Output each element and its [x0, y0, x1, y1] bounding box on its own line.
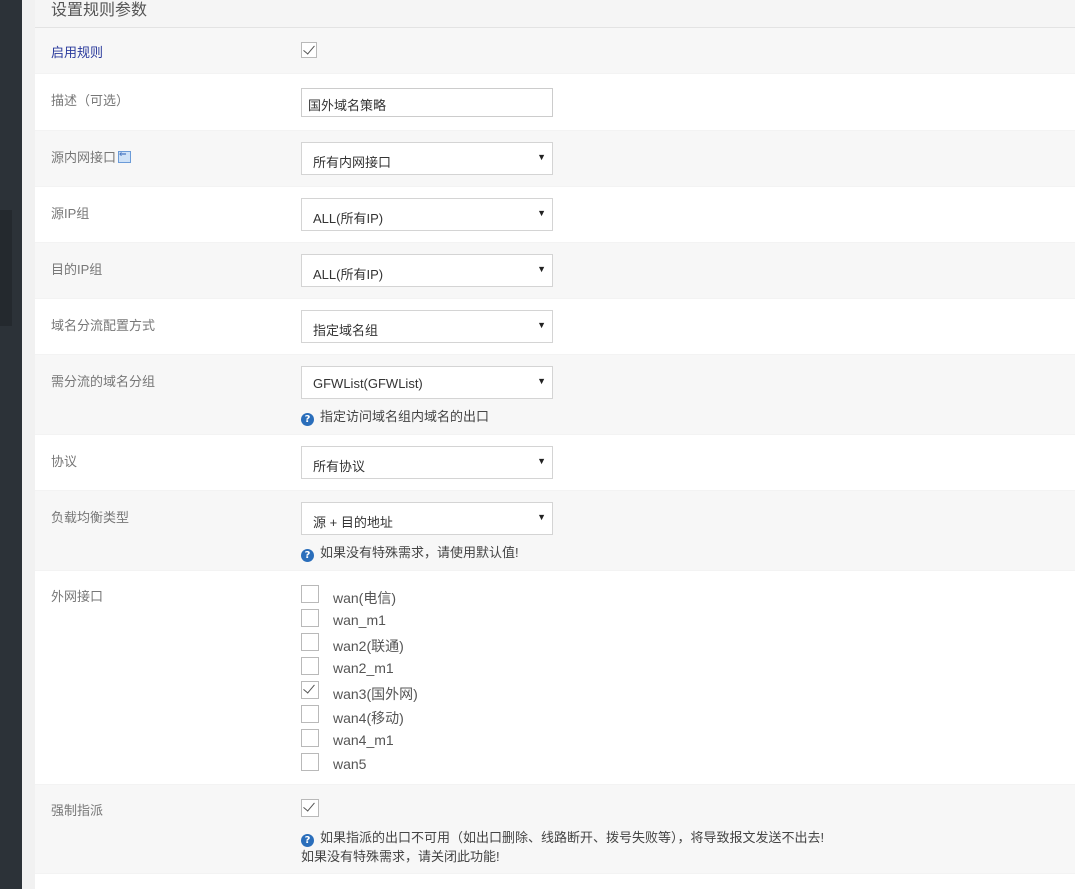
row-domain-mode: 域名分流配置方式 指定域名组 ▼: [35, 299, 1075, 355]
force-assign-label: 强制指派: [51, 803, 104, 818]
domain-group-select[interactable]: GFWList(GFWList) ▼: [301, 366, 553, 399]
row-src-interface: 源内网接口 所有内网接口 ▼: [35, 131, 1075, 187]
lb-type-hint: ? 如果没有特殊需求，请使用默认值!: [301, 542, 519, 562]
wan-checkbox[interactable]: [301, 681, 319, 699]
wan-checkbox[interactable]: [301, 729, 319, 747]
src-interface-value: 所有内网接口: [313, 155, 392, 170]
domain-mode-select[interactable]: 指定域名组 ▼: [301, 310, 553, 343]
help-icon: ?: [301, 549, 314, 562]
lb-type-label: 负载均衡类型: [51, 510, 130, 525]
chevron-down-icon: ▼: [537, 456, 546, 466]
row-force-assign: 强制指派 ? 如果指派的出口不可用（如出口删除、线路断开、拨号失败等），将导致报文…: [35, 785, 1075, 874]
force-assign-checkbox[interactable]: [301, 799, 319, 817]
dst-ip-value: ALL(所有IP): [313, 267, 384, 282]
section-title: 设置规则参数: [51, 2, 148, 19]
force-assign-hint-text: 如果指派的出口不可用（如出口删除、线路断开、拨号失败等），将导致报文发送不出去!: [320, 830, 825, 845]
src-ip-value: ALL(所有IP): [313, 211, 384, 226]
wan-checkbox[interactable]: [301, 585, 319, 603]
wan-option-label: wan4_m1: [333, 732, 394, 748]
row-enable-rule: 启用规则: [35, 28, 1075, 74]
wan-option-label: wan(电信): [333, 590, 397, 606]
chevron-down-icon: ▼: [537, 208, 546, 218]
lb-type-hint-text: 如果没有特殊需求，请使用默认值!: [320, 545, 519, 560]
force-assign-hint-2: 如果没有特殊需求，请关闭此功能!: [301, 849, 500, 864]
protocol-label: 协议: [51, 454, 78, 469]
src-interface-label-wrap: 源内网接口: [51, 147, 132, 166]
wan-checkbox[interactable]: [301, 753, 319, 771]
wan-checkbox[interactable]: [301, 633, 319, 651]
force-assign-hint: ? 如果指派的出口不可用（如出口删除、线路断开、拨号失败等），将导致报文发送不出去…: [301, 827, 824, 847]
wan-option-label: wan5: [333, 756, 367, 772]
row-wan-interfaces: 外网接口 wan(电信) wan_m1 wan2(联通) wan2_m1 wan…: [35, 571, 1075, 785]
app-sidebar: [0, 0, 22, 889]
row-protocol: 协议 所有协议 ▼: [35, 435, 1075, 491]
wan-option-label: wan2(联通): [333, 638, 404, 654]
chevron-down-icon: ▼: [537, 264, 546, 274]
protocol-value: 所有协议: [313, 459, 366, 474]
enable-rule-label: 启用规则: [51, 45, 104, 60]
description-label: 描述（可选）: [51, 93, 130, 108]
back-arrow-icon[interactable]: [118, 149, 132, 163]
chevron-down-icon: ▼: [537, 320, 546, 330]
chevron-down-icon: ▼: [537, 152, 546, 162]
chevron-down-icon: ▼: [537, 376, 546, 386]
wan-checkbox[interactable]: [301, 705, 319, 723]
dst-ip-label: 目的IP组: [51, 262, 103, 277]
dst-ip-select[interactable]: ALL(所有IP) ▼: [301, 254, 553, 287]
row-description: 描述（可选） 国外域名策略: [35, 74, 1075, 131]
wan-option-label: wan_m1: [333, 612, 386, 628]
help-icon: ?: [301, 413, 314, 426]
row-lb-type: 负载均衡类型 源 + 目的地址 ▼ ? 如果没有特殊需求，请使用默认值!: [35, 491, 1075, 571]
row-domain-group: 需分流的域名分组 GFWList(GFWList) ▼ ? 指定访问域名组内域名的…: [35, 355, 1075, 435]
wan-option-label: wan3(国外网): [333, 686, 418, 702]
rule-settings-panel: 设置规则参数 启用规则 描述（可选） 国外域名策略 源内网接口 所有内网接口 ▼…: [35, 0, 1075, 889]
domain-group-label: 需分流的域名分组: [51, 374, 156, 389]
domain-group-value: GFWList(GFWList): [313, 376, 423, 391]
src-interface-select[interactable]: 所有内网接口 ▼: [301, 142, 553, 175]
domain-mode-value: 指定域名组: [313, 323, 379, 338]
wan-option-label: wan2_m1: [333, 660, 394, 676]
sidebar-active-marker: [0, 210, 12, 326]
protocol-select[interactable]: 所有协议 ▼: [301, 446, 553, 479]
description-input[interactable]: 国外域名策略: [301, 88, 553, 117]
panel-header: 设置规则参数: [35, 0, 1075, 28]
wan-checkbox[interactable]: [301, 609, 319, 627]
domain-mode-label: 域名分流配置方式: [51, 318, 156, 333]
domain-group-hint: ? 指定访问域名组内域名的出口: [301, 406, 489, 426]
wan-label: 外网接口: [51, 589, 104, 604]
enable-rule-checkbox[interactable]: [301, 42, 317, 58]
src-interface-label: 源内网接口: [51, 150, 117, 165]
row-src-ip: 源IP组 ALL(所有IP) ▼: [35, 187, 1075, 243]
content-gutter: [22, 0, 35, 889]
lb-type-value: 源 + 目的地址: [313, 515, 393, 530]
wan-option-label: wan4(移动): [333, 710, 404, 726]
wan-checkbox[interactable]: [301, 657, 319, 675]
src-ip-label: 源IP组: [51, 206, 90, 221]
row-dst-ip: 目的IP组 ALL(所有IP) ▼: [35, 243, 1075, 299]
src-ip-select[interactable]: ALL(所有IP) ▼: [301, 198, 553, 231]
domain-group-hint-text: 指定访问域名组内域名的出口: [320, 409, 490, 424]
lb-type-select[interactable]: 源 + 目的地址 ▼: [301, 502, 553, 535]
chevron-down-icon: ▼: [537, 512, 546, 522]
